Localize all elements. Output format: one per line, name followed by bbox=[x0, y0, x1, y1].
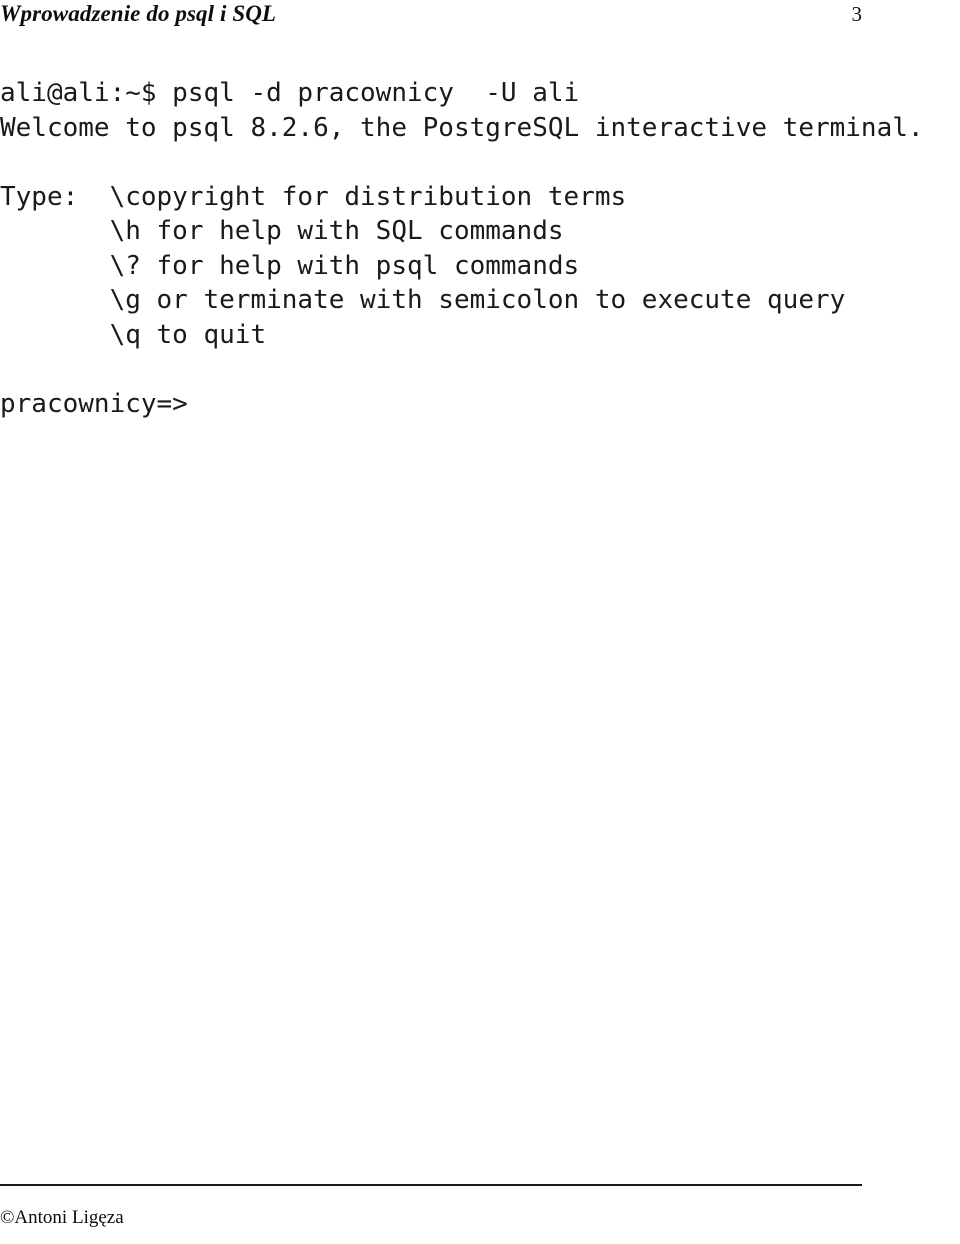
terminal-line-db-prompt: pracownicy=> bbox=[0, 388, 188, 419]
terminal-line-type-copyright: Type: \copyright for distribution terms bbox=[0, 181, 627, 212]
terminal-line-prompt-command: ali@ali:~$ psql -d pracownicy -U ali bbox=[0, 78, 580, 108]
terminal-line-execute-query: \g or terminate with semicolon to execut… bbox=[0, 285, 846, 315]
page-number: 3 bbox=[851, 2, 863, 26]
page-header: Wprowadzenie do psql i SQL 3 bbox=[0, 0, 862, 32]
footer-copyright: ©Antoni Ligęza bbox=[0, 1207, 124, 1228]
terminal-line-welcome: Welcome to psql 8.2.6, the PostgreSQL in… bbox=[0, 112, 924, 143]
terminal-line-help-sql: \h for help with SQL commands bbox=[0, 216, 564, 246]
terminal-transcript: ali@ali:~$ psql -d pracownicy -U ali Welc… bbox=[0, 76, 960, 421]
terminal-line-help-psql: \? for help with psql commands bbox=[0, 250, 580, 281]
header-title: Wprowadzenie do psql i SQL bbox=[0, 1, 277, 26]
terminal-line-blank-2 bbox=[0, 352, 960, 387]
terminal-line-quit: \q to quit bbox=[0, 319, 267, 350]
footer-divider bbox=[0, 1184, 862, 1186]
page-footer: ©Antoni Ligęza bbox=[0, 1184, 862, 1244]
terminal-line-blank-1 bbox=[0, 145, 960, 180]
